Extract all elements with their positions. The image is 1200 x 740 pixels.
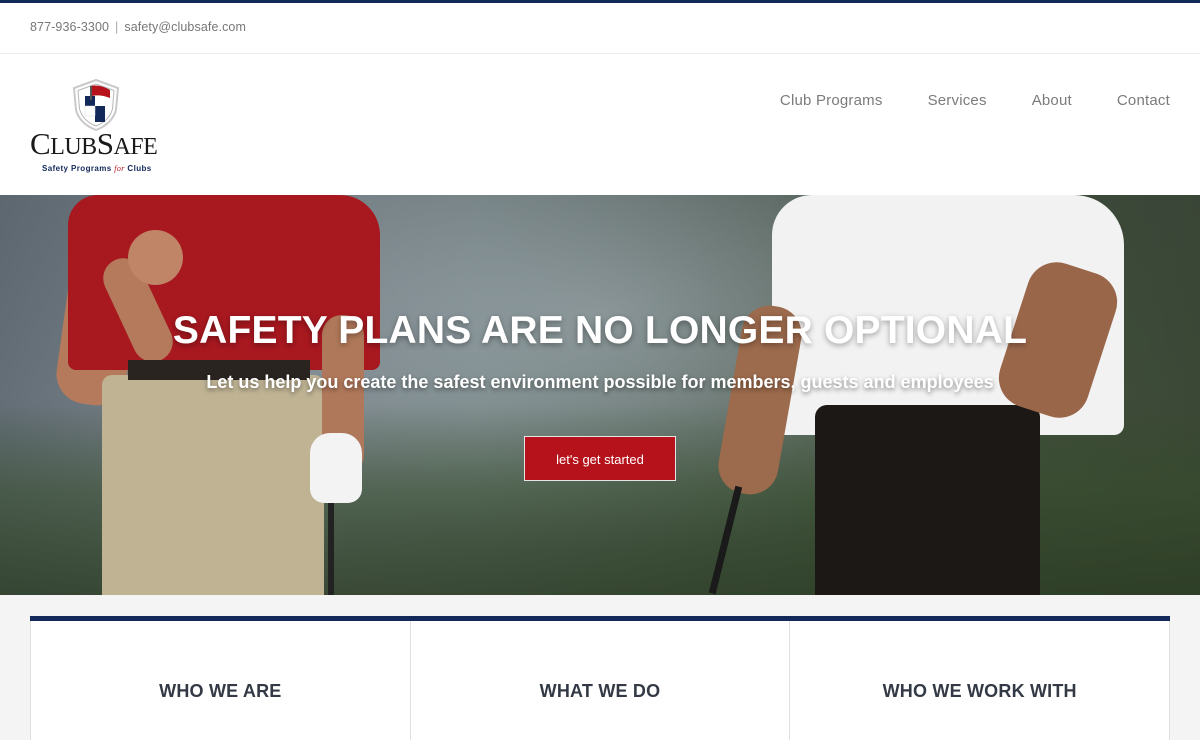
- logo-wordmark: CLUBSAFE: [30, 126, 158, 161]
- nav-item-contact[interactable]: Contact: [1117, 92, 1170, 109]
- card-who-we-work-with[interactable]: WHO WE WORK WITH: [790, 621, 1171, 740]
- clubsafe-logo[interactable]: CLUBSAFE Safety Programs for Clubs: [30, 78, 170, 178]
- nav-item-services[interactable]: Services: [928, 92, 987, 109]
- card-title: WHO WE WORK WITH: [882, 681, 1077, 701]
- hero-subtitle: Let us help you create the safest enviro…: [206, 372, 994, 392]
- get-started-button[interactable]: let's get started: [524, 436, 676, 481]
- nav-item-club-programs[interactable]: Club Programs: [780, 92, 883, 109]
- card-title: WHO WE ARE: [159, 681, 282, 701]
- main-nav: Club Programs Services About Contact: [735, 92, 1170, 109]
- card-who-we-are[interactable]: WHO WE ARE: [30, 621, 411, 740]
- contact-info: 877-936-3300 | safety@clubsafe.com: [30, 20, 246, 34]
- top-contact-bar: 877-936-3300 | safety@clubsafe.com: [0, 3, 1200, 54]
- email-link[interactable]: safety@clubsafe.com: [124, 20, 246, 34]
- logo-tagline: Safety Programs for Clubs: [42, 164, 152, 173]
- info-cards: WHO WE ARE WHAT WE DO WHO WE WORK WITH: [30, 616, 1171, 740]
- card-title: WHAT WE DO: [539, 681, 661, 701]
- hero-banner: SAFETY PLANS ARE NO LONGER OPTIONAL Let …: [0, 195, 1200, 595]
- nav-item-about[interactable]: About: [1032, 92, 1072, 109]
- phone-link[interactable]: 877-936-3300: [30, 20, 109, 34]
- hero-title: SAFETY PLANS ARE NO LONGER OPTIONAL: [172, 309, 1028, 352]
- site-header: CLUBSAFE Safety Programs for Clubs Club …: [0, 54, 1200, 195]
- shield-icon: [72, 78, 120, 132]
- card-what-we-do[interactable]: WHAT WE DO: [410, 621, 791, 740]
- contact-separator: |: [115, 20, 119, 34]
